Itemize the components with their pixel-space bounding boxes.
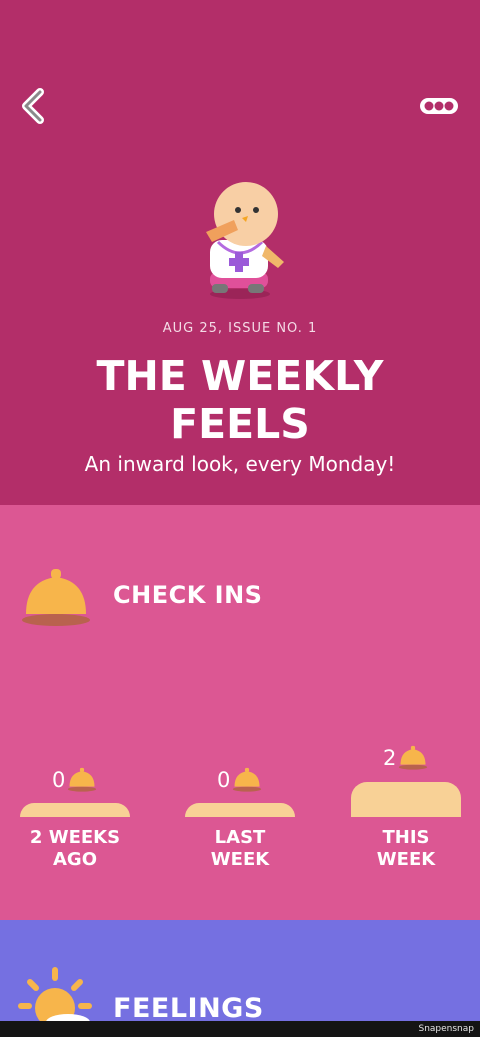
bar-count-container: 0	[52, 767, 97, 793]
bar	[351, 782, 461, 817]
hero-section: AUG 25, ISSUE NO. 1 THE WEEKLY FEELS An …	[0, 0, 480, 505]
bar-count: 2	[383, 746, 397, 770]
title-line-2: FEELS	[170, 400, 310, 448]
bar-count-container: 0	[217, 767, 262, 793]
checkins-bar-last-week[interactable]: 0 LAST WEEK	[184, 505, 296, 920]
watermark: Snapensnap	[418, 1024, 474, 1034]
bar-count: 0	[52, 768, 66, 792]
bar-label-line-1: LAST	[214, 827, 266, 848]
more-options-button[interactable]	[418, 94, 460, 118]
chevron-left-icon	[22, 88, 44, 124]
page-subtitle: An inward look, every Monday!	[84, 452, 396, 476]
bar	[20, 803, 130, 817]
bar	[185, 803, 295, 817]
issue-date: AUG 25, ISSUE NO. 1	[162, 321, 318, 336]
feelings-section[interactable]: FEELINGS	[0, 920, 480, 1037]
page-title: THE WEEKLY FEELS	[0, 352, 480, 448]
bar-label-line-1: 2 WEEKS	[29, 827, 121, 848]
checkins-section[interactable]: CHECK INS 0 2 WEEKS AGO 0 LAST WEEK 2 TH…	[0, 505, 480, 920]
mascot-character	[188, 180, 292, 302]
bar-label: THIS WEEK	[350, 827, 462, 871]
back-button[interactable]	[14, 86, 54, 126]
bar-label-line-1: THIS	[382, 827, 430, 848]
bell-icon	[399, 745, 428, 770]
bar-label-line-2: WEEK	[210, 849, 270, 870]
bar-label-line-2: AGO	[52, 849, 97, 870]
bottom-bar	[0, 1021, 480, 1037]
bar-label-line-2: WEEK	[376, 849, 436, 870]
title-line-1: THE WEEKLY	[96, 352, 384, 400]
checkins-bar-this-week[interactable]: 2 THIS WEEK	[350, 505, 462, 920]
feelings-title: FEELINGS	[113, 993, 264, 1024]
bar-count: 0	[217, 768, 231, 792]
bar-label: LAST WEEK	[184, 827, 296, 871]
bar-count-container: 2	[383, 745, 428, 771]
bell-icon	[233, 767, 262, 792]
bar-label: 2 WEEKS AGO	[19, 827, 131, 871]
sun-cloud-icon	[18, 967, 92, 1026]
mascot-illustration	[206, 182, 284, 299]
more-dots-icon	[420, 98, 458, 114]
bell-icon	[68, 767, 97, 792]
checkins-bar-2-weeks-ago[interactable]: 0 2 WEEKS AGO	[19, 505, 131, 920]
